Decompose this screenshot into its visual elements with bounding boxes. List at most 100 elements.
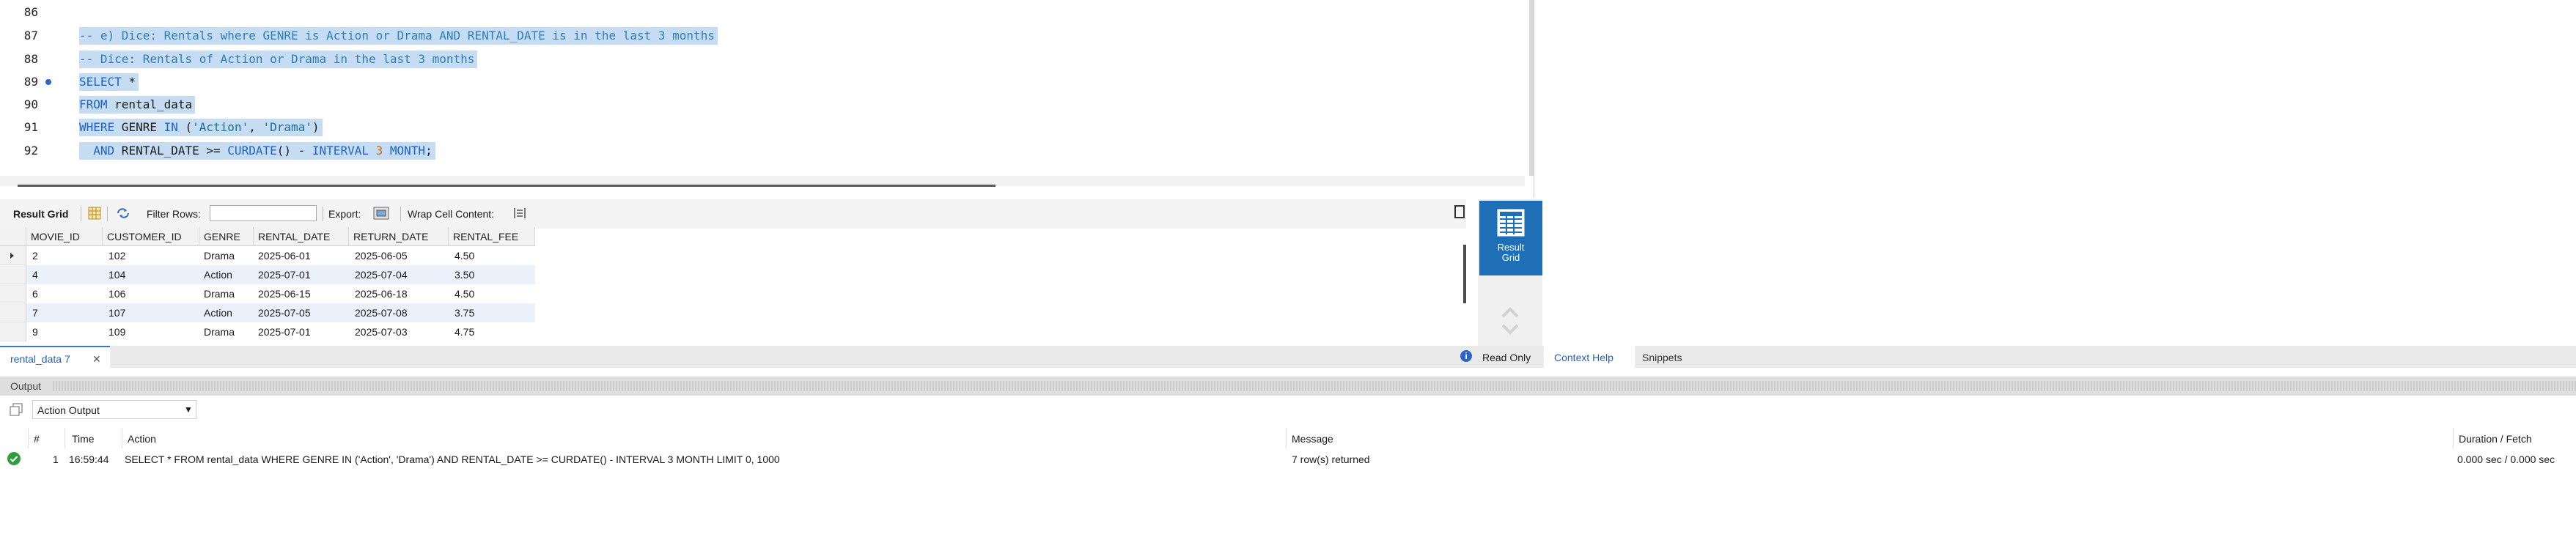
code-line[interactable]: 87 -- e) Dice: Rentals where GENRE is Ac… bbox=[0, 25, 1525, 47]
column-header[interactable]: RETURN_DATE bbox=[349, 227, 449, 246]
table-row[interactable]: 6 106 Drama 2025-06-15 2025-06-18 4.50 bbox=[0, 284, 535, 303]
close-tab-icon[interactable]: ✕ bbox=[92, 352, 101, 366]
table-cell[interactable]: Action bbox=[204, 303, 232, 322]
sql-text: ) bbox=[312, 120, 320, 134]
output-type-select[interactable]: Action Output ▼ bbox=[32, 400, 196, 419]
editor-scroll-thumb[interactable] bbox=[18, 185, 996, 187]
table-cell[interactable]: 2025-06-01 bbox=[258, 246, 311, 265]
table-cell[interactable]: 109 bbox=[108, 322, 125, 341]
table-cell[interactable]: 2025-06-05 bbox=[355, 246, 408, 265]
grid-vertical-scrollbar[interactable] bbox=[1463, 245, 1466, 303]
row-time: 16:59:44 bbox=[69, 453, 109, 465]
code-line[interactable]: 92 AND RENTAL_DATE >= CURDATE() - INTERV… bbox=[0, 140, 1525, 162]
table-cell[interactable]: 6 bbox=[32, 284, 38, 303]
table-cell[interactable]: Action bbox=[204, 265, 232, 284]
result-grid-label: Result Grid bbox=[13, 208, 69, 220]
table-cell[interactable]: 107 bbox=[108, 303, 125, 322]
table-cell[interactable]: 2025-07-03 bbox=[355, 322, 408, 341]
success-check-icon bbox=[7, 452, 21, 465]
result-grid-label-line1: Result bbox=[1497, 242, 1525, 253]
sql-text: () - bbox=[276, 144, 312, 158]
table-cell[interactable]: 2025-07-01 bbox=[258, 265, 311, 284]
table-cell[interactable]: 102 bbox=[108, 246, 125, 265]
wrap-cell-icon[interactable] bbox=[513, 207, 526, 220]
table-cell[interactable]: 9 bbox=[32, 322, 38, 341]
sql-text: * bbox=[121, 75, 136, 89]
grid-header-row: MOVIE_ID CUSTOMER_ID GENRE RENTAL_DATE R… bbox=[0, 227, 535, 246]
column-header[interactable]: GENRE bbox=[199, 227, 254, 246]
table-row[interactable]: 2 102 Drama 2025-06-01 2025-06-05 4.50 bbox=[0, 246, 535, 265]
sql-keyword: FROM bbox=[79, 97, 108, 111]
code-line[interactable]: 88 -- Dice: Rentals of Action or Drama i… bbox=[0, 48, 1525, 70]
line-number: 92 bbox=[23, 144, 38, 158]
table-cell[interactable]: 4.50 bbox=[455, 246, 474, 265]
export-icon[interactable] bbox=[372, 206, 390, 221]
row-selector[interactable] bbox=[0, 322, 26, 341]
output-row[interactable]: 1 16:59:44 SELECT * FROM rental_data WHE… bbox=[0, 448, 2576, 469]
table-cell[interactable]: 2025-07-01 bbox=[258, 322, 311, 341]
table-cell[interactable]: 4 bbox=[32, 265, 38, 284]
copy-output-icon[interactable] bbox=[9, 403, 23, 416]
line-number: 90 bbox=[23, 97, 38, 111]
table-cell[interactable]: 3.50 bbox=[455, 265, 474, 284]
table-cell[interactable]: 4.50 bbox=[455, 284, 474, 303]
column-header[interactable]: MOVIE_ID bbox=[26, 227, 103, 246]
column-divider[interactable] bbox=[2453, 428, 2454, 448]
output-header-grip[interactable] bbox=[53, 381, 2576, 391]
code-line[interactable]: 86 bbox=[0, 1, 1525, 23]
table-cell[interactable]: 104 bbox=[108, 265, 125, 284]
tab-strip bbox=[0, 346, 2576, 368]
wrap-cell-label: Wrap Cell Content: bbox=[408, 208, 495, 220]
result-grid[interactable]: MOVIE_ID CUSTOMER_ID GENRE RENTAL_DATE R… bbox=[0, 227, 535, 346]
column-header[interactable]: CUSTOMER_ID bbox=[103, 227, 199, 246]
tab-result[interactable]: rental_data 7 ✕ bbox=[0, 346, 110, 368]
table-cell[interactable]: 2025-07-05 bbox=[258, 303, 311, 322]
sql-keyword: IN bbox=[163, 120, 178, 134]
column-divider[interactable] bbox=[28, 428, 29, 448]
table-cell[interactable]: 2025-07-04 bbox=[355, 265, 408, 284]
table-cell[interactable]: 3.75 bbox=[455, 303, 474, 322]
filter-rows-input[interactable] bbox=[210, 205, 317, 221]
table-row[interactable]: 7 107 Action 2025-07-05 2025-07-08 3.75 bbox=[0, 303, 535, 322]
tab-context-help-label: Context Help bbox=[1554, 352, 1613, 363]
table-cell[interactable]: 2025-06-18 bbox=[355, 284, 408, 303]
side-pane bbox=[1534, 0, 2576, 198]
tab-snippets[interactable]: Snippets bbox=[1635, 346, 1701, 368]
table-cell[interactable]: 106 bbox=[108, 284, 125, 303]
row-action: SELECT * FROM rental_data WHERE GENRE IN… bbox=[125, 453, 780, 465]
scroll-arrows-icon[interactable] bbox=[1500, 300, 1520, 341]
table-cell[interactable]: Drama bbox=[204, 284, 235, 303]
toggle-side-panel-icon[interactable] bbox=[1454, 205, 1465, 218]
sql-editor[interactable]: 86 87 -- e) Dice: Rentals where GENRE is… bbox=[0, 0, 1525, 176]
toolbar-divider bbox=[107, 207, 108, 221]
table-cell[interactable]: 4.75 bbox=[455, 322, 474, 341]
row-selector[interactable] bbox=[0, 303, 26, 322]
chevron-down-icon[interactable]: ▼ bbox=[184, 403, 193, 416]
result-grid-button[interactable]: Result Grid bbox=[1479, 201, 1542, 275]
table-cell[interactable]: 2 bbox=[32, 246, 38, 265]
column-header[interactable]: RENTAL_FEE bbox=[449, 227, 535, 246]
row-selector[interactable] bbox=[0, 265, 26, 284]
row-selector[interactable] bbox=[0, 284, 26, 303]
grid-view-icon[interactable] bbox=[88, 207, 101, 220]
table-cell[interactable]: 7 bbox=[32, 303, 38, 322]
code-line[interactable]: 91 WHERE GENRE IN ('Action', 'Drama') bbox=[0, 116, 1525, 138]
column-header[interactable]: RENTAL_DATE bbox=[254, 227, 349, 246]
statement-marker-icon[interactable] bbox=[45, 79, 51, 85]
row-selector-header[interactable] bbox=[0, 227, 26, 246]
code-line[interactable]: 90 FROM rental_data bbox=[0, 94, 1525, 116]
line-number: 87 bbox=[23, 29, 38, 42]
read-only-label: Read Only bbox=[1482, 352, 1531, 363]
table-cell[interactable]: 2025-07-08 bbox=[355, 303, 408, 322]
column-divider[interactable] bbox=[1286, 428, 1287, 448]
table-cell[interactable]: Drama bbox=[204, 322, 235, 341]
table-row[interactable]: 4 104 Action 2025-07-01 2025-07-04 3.50 bbox=[0, 265, 535, 284]
row-selector[interactable] bbox=[0, 246, 26, 265]
tab-context-help[interactable]: Context Help bbox=[1544, 346, 1635, 368]
table-cell[interactable]: Drama bbox=[204, 246, 235, 265]
table-row[interactable]: 9 109 Drama 2025-07-01 2025-07-03 4.75 bbox=[0, 322, 535, 341]
current-row-icon bbox=[10, 253, 14, 259]
refresh-filter-icon[interactable] bbox=[116, 207, 130, 220]
code-line[interactable]: 89 SELECT * bbox=[0, 71, 1525, 93]
table-cell[interactable]: 2025-06-15 bbox=[258, 284, 311, 303]
